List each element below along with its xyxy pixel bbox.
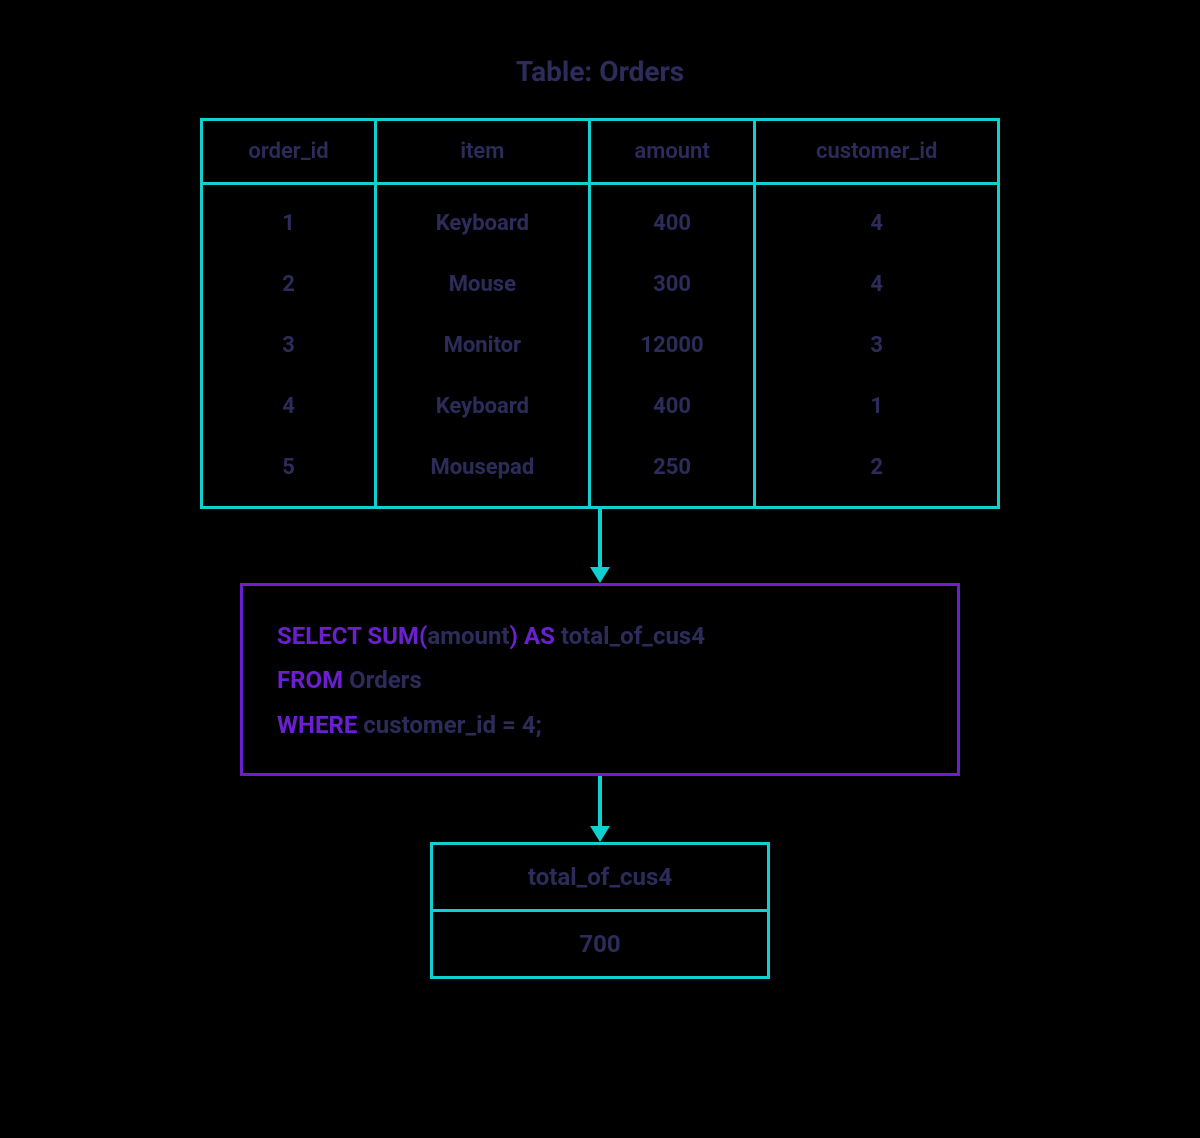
cell-order-id: 1 (202, 184, 376, 255)
result-header: total_of_cus4 (432, 844, 769, 911)
cell-customer-id: 4 (755, 184, 999, 255)
col-order-id: order_id (202, 120, 376, 184)
kw-as: ) AS (510, 622, 561, 650)
table-row: 700 (432, 911, 769, 978)
table-row: 5 Mousepad 250 2 (202, 437, 999, 508)
table-title: Table: Orders (516, 55, 684, 88)
cell-order-id: 3 (202, 315, 376, 376)
result-value: 700 (432, 911, 769, 978)
sql-line-1: SELECT SUM(amount) AS total_of_cus4 (277, 614, 923, 658)
sql-table: Orders (349, 666, 422, 694)
cell-customer-id: 2 (755, 437, 999, 508)
col-customer-id: customer_id (755, 120, 999, 184)
kw-where: WHERE (277, 711, 363, 739)
cell-item: Mousepad (376, 437, 590, 508)
cell-item: Keyboard (376, 184, 590, 255)
table-row: 3 Monitor 12000 3 (202, 315, 999, 376)
sql-arg: amount (427, 622, 509, 650)
cell-item: Keyboard (376, 376, 590, 437)
cell-order-id: 4 (202, 376, 376, 437)
kw-select: SELECT SUM( (277, 622, 427, 650)
kw-from: FROM (277, 666, 349, 694)
cell-customer-id: 1 (755, 376, 999, 437)
cell-amount: 400 (589, 376, 755, 437)
cell-amount: 250 (589, 437, 755, 508)
orders-table: order_id item amount customer_id 1 Keybo… (200, 118, 1000, 509)
sql-line-2: FROM Orders (277, 658, 923, 702)
sql-alias: total_of_cus4 (561, 622, 705, 650)
cell-order-id: 5 (202, 437, 376, 508)
cell-item: Monitor (376, 315, 590, 376)
sql-line-3: WHERE customer_id = 4; (277, 703, 923, 747)
col-item: item (376, 120, 590, 184)
sql-query-box: SELECT SUM(amount) AS total_of_cus4 FROM… (240, 583, 960, 776)
table-row: 1 Keyboard 400 4 (202, 184, 999, 255)
arrow-down-icon (590, 509, 610, 583)
sql-cond: customer_id = 4; (363, 711, 542, 739)
cell-order-id: 2 (202, 254, 376, 315)
cell-item: Mouse (376, 254, 590, 315)
cell-amount: 400 (589, 184, 755, 255)
result-table: total_of_cus4 700 (430, 842, 770, 979)
arrow-down-icon (590, 776, 610, 842)
cell-customer-id: 3 (755, 315, 999, 376)
table-row: 2 Mouse 300 4 (202, 254, 999, 315)
cell-amount: 300 (589, 254, 755, 315)
col-amount: amount (589, 120, 755, 184)
cell-amount: 12000 (589, 315, 755, 376)
table-row: 4 Keyboard 400 1 (202, 376, 999, 437)
cell-customer-id: 4 (755, 254, 999, 315)
